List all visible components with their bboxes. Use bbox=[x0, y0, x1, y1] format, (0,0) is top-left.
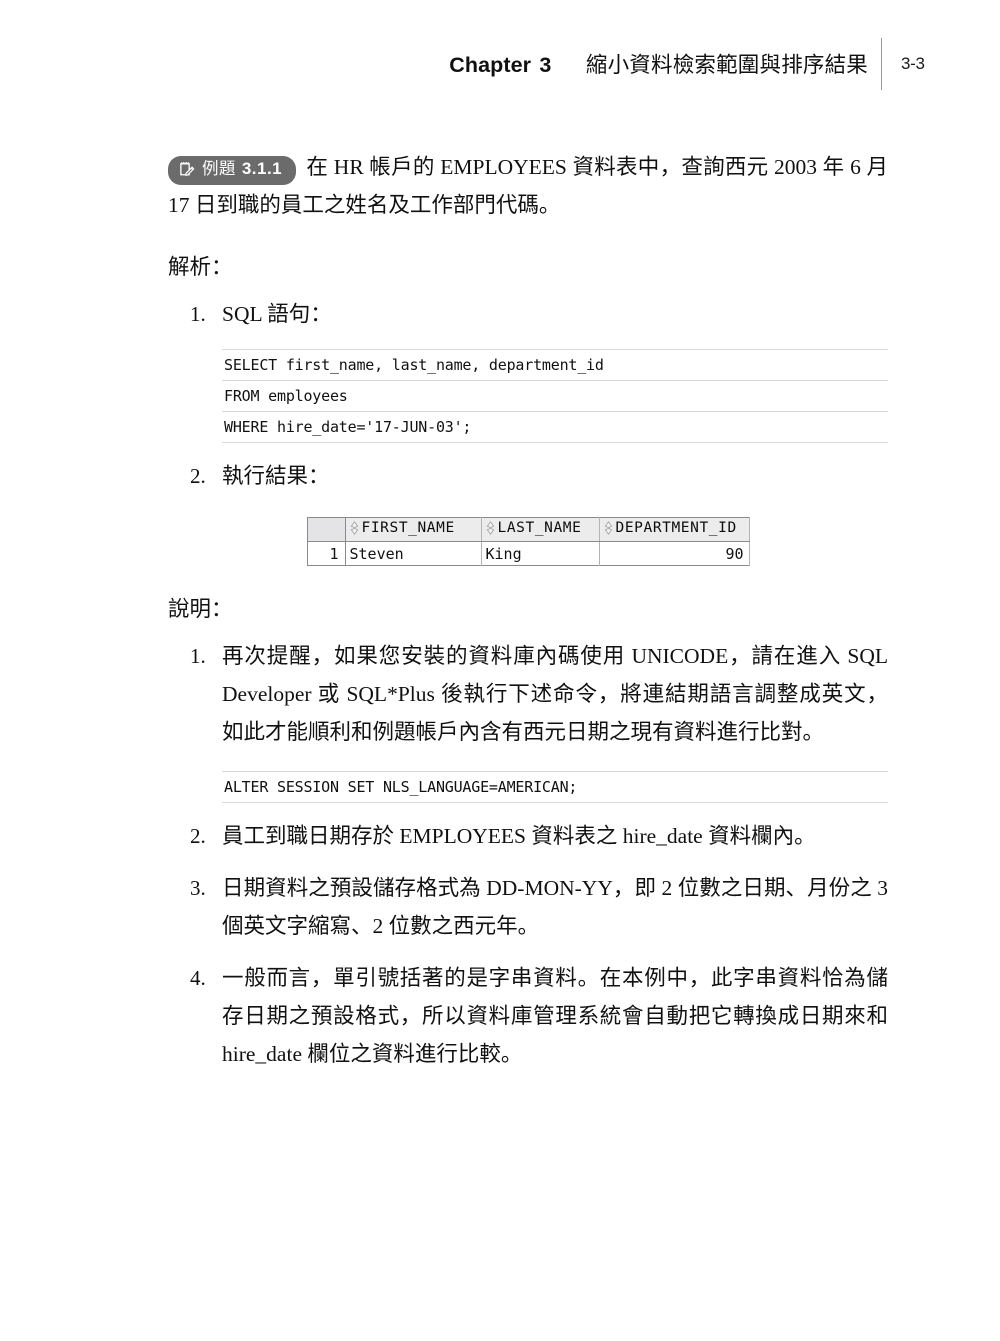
alter-session-code-block: ALTER SESSION SET NLS_LANGUAGE=AMERICAN; bbox=[222, 771, 888, 803]
column-header-first-name-label: FIRST_NAME bbox=[361, 520, 455, 536]
table-row[interactable]: 1 Steven King 90 bbox=[307, 541, 750, 566]
column-header-last-name[interactable]: LAST_NAME bbox=[481, 517, 600, 542]
explanation-list-rest: 2. 員工到職日期存於 EMPLOYEES 資料表之 hire_date 資料欄… bbox=[168, 817, 888, 1073]
query-result-table: FIRST_NAME LAST_NAME DEPARTMENT_ID 1 Ste… bbox=[306, 517, 750, 566]
page-header: Chapter 3 縮小資料檢索範圍與排序結果 3-3 bbox=[0, 38, 1000, 96]
explanation-item-4-text: 一般而言，單引號括著的是字串資料。在本例中，此字串資料恰為儲存日期之預設格式，所… bbox=[222, 966, 888, 1066]
explanation-item-3: 3. 日期資料之預設儲存格式為 DD-MON-YY，即 2 位數之日期、月份之 … bbox=[168, 869, 888, 945]
header-chapter-word: Chapter bbox=[449, 53, 532, 77]
explanation-heading: 說明： bbox=[168, 597, 233, 621]
notepad-pencil-icon bbox=[178, 160, 196, 178]
sort-updown-icon[interactable] bbox=[486, 521, 495, 535]
analysis-item-1: 1. SQL 語句： bbox=[168, 295, 888, 333]
column-header-department-id[interactable]: DEPARTMENT_ID bbox=[599, 517, 750, 542]
column-header-last-name-label: LAST_NAME bbox=[497, 520, 582, 536]
header-chapter-number: 3 bbox=[539, 53, 552, 77]
document-page: Chapter 3 縮小資料檢索範圍與排序結果 3-3 例題 3.1.1 在 H… bbox=[0, 0, 1000, 1341]
page-number: 3-3 bbox=[901, 54, 925, 73]
explanation-item-3-text: 日期資料之預設儲存格式為 DD-MON-YY，即 2 位數之日期、月份之 3 個… bbox=[222, 876, 888, 938]
explanation-list: 1. 再次提醒，如果您安裝的資料庫內碼使用 UNICODE，請在進入 SQL D… bbox=[168, 637, 888, 751]
page-content: 例題 3.1.1 在 HR 帳戶的 EMPLOYEES 資料表中，查詢西元 20… bbox=[168, 148, 888, 1073]
sql-code-block: SELECT first_name, last_name, department… bbox=[222, 349, 888, 443]
explanation-item-1-text: 再次提醒，如果您安裝的資料庫內碼使用 UNICODE，請在進入 SQL Deve… bbox=[222, 644, 888, 744]
sort-updown-icon[interactable] bbox=[350, 521, 359, 535]
example-badge-number: 3.1.1 bbox=[241, 159, 283, 178]
analysis-heading: 解析： bbox=[168, 255, 233, 279]
explanation-item-4-marker: 4. bbox=[190, 966, 206, 990]
example-badge: 例題 3.1.1 bbox=[168, 155, 297, 185]
sort-updown-icon[interactable] bbox=[604, 521, 613, 535]
table-header-row: FIRST_NAME LAST_NAME DEPARTMENT_ID bbox=[307, 517, 750, 542]
explanation-item-2-text: 員工到職日期存於 EMPLOYEES 資料表之 hire_date 資料欄內。 bbox=[222, 824, 816, 848]
explanation-item-1-marker: 1. bbox=[190, 644, 206, 668]
analysis-item-1-marker: 1. bbox=[190, 302, 206, 326]
sql-code-line: SELECT first_name, last_name, department… bbox=[222, 350, 888, 381]
sql-code-line: FROM employees bbox=[222, 381, 888, 412]
explanation-item-1: 1. 再次提醒，如果您安裝的資料庫內碼使用 UNICODE，請在進入 SQL D… bbox=[168, 637, 888, 751]
explanation-item-2: 2. 員工到職日期存於 EMPLOYEES 資料表之 hire_date 資料欄… bbox=[168, 817, 888, 855]
analysis-list: 1. SQL 語句： bbox=[168, 295, 888, 333]
analysis-item-2: 2. 執行結果： bbox=[168, 457, 888, 495]
header-divider bbox=[881, 38, 882, 90]
analysis-item-2-text: 執行結果： bbox=[222, 464, 330, 488]
example-paragraph: 例題 3.1.1 在 HR 帳戶的 EMPLOYEES 資料表中，查詢西元 20… bbox=[168, 148, 888, 224]
header-chapter-name: 縮小資料檢索範圍與排序結果 bbox=[585, 53, 868, 77]
explanation-item-3-marker: 3. bbox=[190, 876, 206, 900]
analysis-item-1-text: SQL 語句： bbox=[222, 302, 332, 326]
cell-first-name[interactable]: Steven bbox=[345, 541, 482, 566]
sql-code-line: WHERE hire_date='17-JUN-03'; bbox=[222, 412, 888, 443]
alter-code-line: ALTER SESSION SET NLS_LANGUAGE=AMERICAN; bbox=[222, 772, 888, 803]
explanation-item-4: 4. 一般而言，單引號括著的是字串資料。在本例中，此字串資料恰為儲存日期之預設格… bbox=[168, 959, 888, 1073]
analysis-list-2: 2. 執行結果： bbox=[168, 457, 888, 495]
column-header-department-id-label: DEPARTMENT_ID bbox=[615, 520, 737, 536]
analysis-item-2-marker: 2. bbox=[190, 464, 206, 488]
example-badge-label: 例題 bbox=[202, 160, 236, 178]
row-number-header bbox=[307, 517, 346, 542]
header-chapter-title: Chapter 3 縮小資料檢索範圍與排序結果 bbox=[449, 48, 868, 79]
row-number-cell: 1 bbox=[307, 541, 346, 566]
explanation-item-2-marker: 2. bbox=[190, 824, 206, 848]
cell-last-name[interactable]: King bbox=[481, 541, 600, 566]
cell-department-id[interactable]: 90 bbox=[599, 541, 750, 566]
result-grid-wrapper: FIRST_NAME LAST_NAME DEPARTMENT_ID 1 Ste… bbox=[168, 517, 888, 566]
column-header-first-name[interactable]: FIRST_NAME bbox=[345, 517, 482, 542]
